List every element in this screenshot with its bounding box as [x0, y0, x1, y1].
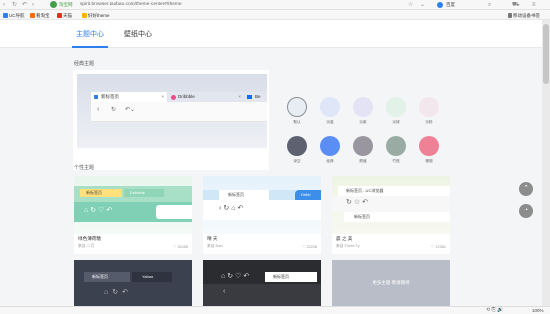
back-to-top-button[interactable]: ⌃	[519, 182, 533, 196]
card-count: ♡ 22208	[301, 245, 317, 249]
theme-color-swatch[interactable]	[320, 97, 340, 117]
tab-wallpaper-center[interactable]: 壁纸中心	[124, 29, 152, 39]
vertical-scrollbar[interactable]	[542, 20, 550, 306]
theme-color-label: 默认	[293, 120, 301, 124]
theme-color-swatch[interactable]	[287, 97, 307, 117]
theme-color-label: 珊瑚	[425, 159, 433, 163]
preview-tab-dribbble: Dribbble ×	[168, 92, 244, 102]
theme-card-morning[interactable]: 新标签页 - UC浏览器 ↻☆↶ 新标签页 晨 之 美 来自:Three.Ty …	[332, 176, 450, 254]
undo-icon[interactable]: ↶	[22, 1, 27, 9]
search-icon[interactable]: ⌕	[488, 1, 491, 9]
browser-toolbar: ‹ ↻ ↶ › 淘宝网 spirit.browser.taobao.com/th…	[0, 0, 550, 10]
preview-address-bar: ‹ ↻ ↶⌄	[91, 102, 267, 122]
address-bar[interactable]: spirit.browser.taobao.com/theme-center#/…	[80, 1, 182, 9]
theme-color-swatch[interactable]	[386, 97, 406, 117]
card-name: 晨 之 美	[336, 236, 353, 241]
theme-color-label: 淡粉	[425, 120, 433, 124]
theme-color-label: 淡绿	[392, 120, 400, 124]
theme-color-label: 深空	[293, 159, 301, 163]
card-name: 绿色薄荷糖	[78, 236, 101, 241]
theme-color-swatch[interactable]	[287, 136, 307, 156]
status-bar: ⟲ ⎘ 🔊 100%	[0, 306, 550, 314]
theme-card-mint[interactable]: 新标签页 Dribbble ⌂↻♡↶ 绿色薄荷糖 来自:二月 ♡ 32458	[74, 176, 192, 254]
bookmark-mobile[interactable]: 移动设备书签	[508, 12, 540, 19]
cart-icon[interactable]: ⛟	[512, 1, 520, 9]
card-author: 来自:Dan	[207, 244, 223, 248]
back-icon[interactable]: ‹	[3, 1, 5, 9]
card-author: 来自:Three.Ty	[336, 244, 360, 248]
theme-color-label: 淡紫	[359, 120, 367, 124]
card-author: 来自:二月	[78, 244, 95, 248]
theme-color-label: 淡蓝	[326, 120, 334, 124]
zoom-level[interactable]: 100%	[532, 308, 544, 313]
theme-color-swatch[interactable]	[386, 136, 406, 156]
personal-section-title: 个性主题	[74, 165, 95, 171]
theme-card-sunny[interactable]: 新标签页 Dribb ‹↻⌂↶ 晴 天 来自:Dan ♡ 22208	[203, 176, 321, 254]
card-count: ♡ 32458	[172, 245, 188, 249]
search-engine-label[interactable]: 百度	[446, 1, 455, 9]
active-tab-indicator	[72, 46, 108, 48]
theme-color-swatch[interactable]	[353, 97, 373, 117]
classic-theme-preview: 新标签页 × Dribbble × Be ‹ ↻ ↶⌄	[77, 74, 267, 148]
status-icons[interactable]: ⟲ ⎘ 🔊	[486, 307, 503, 313]
more-themes-text: 更多主题 敬请期待	[372, 280, 410, 285]
classic-preview-panel: 新标签页 × Dribbble × Be ‹ ↻ ↶⌄	[73, 70, 269, 170]
feedback-button[interactable]: ◔	[519, 204, 533, 218]
classic-section-title: 经典主题	[74, 61, 95, 67]
more-themes-card: 更多主题 敬请期待	[332, 260, 450, 306]
theme-card-dark[interactable]: 新标签页 Yahoo ⌂↻↶	[74, 260, 192, 306]
theme-color-swatch[interactable]	[353, 136, 373, 156]
refresh-icon[interactable]: ↻	[12, 1, 17, 9]
menu-icon[interactable]: ≡	[532, 1, 536, 9]
theme-color-label: 颜值	[359, 159, 367, 163]
theme-color-swatch[interactable]	[320, 136, 340, 156]
card-count: ♡ 12381	[430, 245, 446, 249]
bookmark-uc[interactable]: UC导航	[3, 12, 25, 19]
bookmark-tmall[interactable]: 天猫	[57, 12, 72, 19]
preview-tab-newtab: 新标签页 ×	[91, 92, 167, 102]
theme-card-black[interactable]: ⌂↻♡↶ 新标签页 ‹	[203, 260, 321, 306]
theme-color-label: 经典	[326, 159, 334, 163]
secure-icon	[50, 1, 57, 8]
url-tag: 淘宝网	[59, 2, 73, 7]
top-nav: 主题中心 壁纸中心	[0, 20, 542, 48]
theme-color-swatch[interactable]	[419, 97, 439, 117]
page-content: 主题中心 壁纸中心 经典主题 新标签页 × Dribbble × Be ‹ ↻ ↶⌄	[0, 20, 542, 306]
theme-color-swatch[interactable]	[419, 136, 439, 156]
scrollbar-thumb[interactable]	[543, 24, 549, 84]
dropdown-icon[interactable]: ⌄	[420, 1, 425, 9]
forward-icon[interactable]: ›	[32, 1, 34, 9]
bookmarks-bar: UC导航 看淘宝 天猫 好好theme 移动设备书签	[0, 10, 550, 20]
card-name: 晴 天	[207, 236, 218, 241]
theme-color-label: 竹馆	[392, 159, 400, 163]
preview-tab-be: Be	[245, 92, 267, 102]
star-icon[interactable]: ☆	[408, 1, 413, 9]
bookmark-taobao[interactable]: 看淘宝	[30, 12, 50, 19]
bookmark-theme[interactable]: 好好theme	[82, 12, 110, 19]
tab-theme-center[interactable]: 主题中心	[76, 29, 104, 39]
search-engine-icon[interactable]	[437, 2, 443, 8]
